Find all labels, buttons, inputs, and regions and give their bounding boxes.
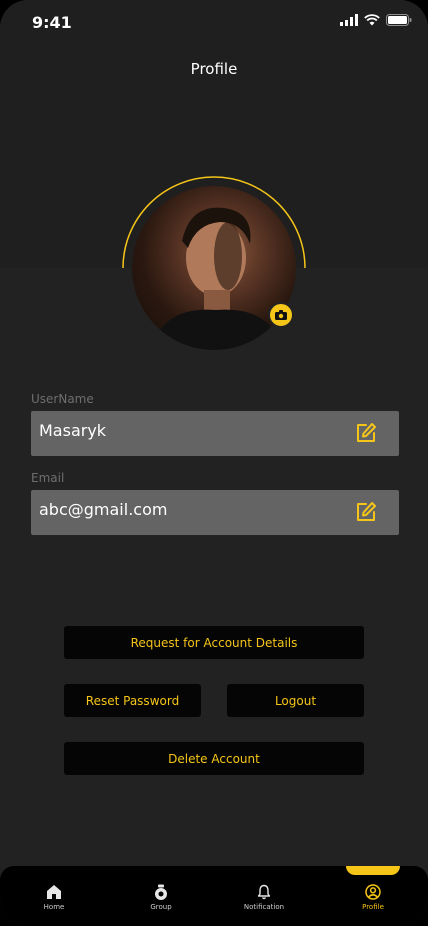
signal-icon: [340, 14, 358, 26]
nav-item-home[interactable]: Home: [24, 884, 84, 911]
email-field[interactable]: abc@gmail.com: [31, 490, 399, 535]
request-account-details-button[interactable]: Request for Account Details: [64, 626, 364, 659]
nav-label-group: Group: [150, 903, 172, 911]
active-tab-indicator: [346, 866, 400, 875]
status-time: 9:41: [32, 13, 72, 32]
logout-button[interactable]: Logout: [227, 684, 364, 717]
username-label: UserName: [31, 392, 94, 406]
email-label: Email: [31, 471, 65, 485]
app-screen: 9:41 Profile UserName Masaryk Email abc@…: [0, 0, 428, 926]
nav-label-home: Home: [43, 903, 65, 911]
camera-icon: [275, 310, 287, 320]
reset-password-button[interactable]: Reset Password: [64, 684, 201, 717]
username-field[interactable]: Masaryk: [31, 411, 399, 456]
email-value: abc@gmail.com: [39, 500, 168, 519]
nav-item-group[interactable]: Group: [131, 884, 191, 911]
edit-icon[interactable]: [355, 422, 377, 444]
nav-item-profile[interactable]: Profile: [343, 884, 403, 911]
wifi-icon: [364, 14, 380, 26]
bell-icon: [257, 884, 271, 900]
edit-icon[interactable]: [355, 501, 377, 523]
battery-icon: [386, 14, 412, 26]
group-icon: [155, 884, 167, 900]
page-title: Profile: [190, 60, 238, 78]
status-icons: [340, 14, 412, 26]
avatar-portrait: [152, 207, 282, 350]
delete-account-button[interactable]: Delete Account: [64, 742, 364, 775]
avatar[interactable]: [132, 186, 296, 350]
nav-item-notification[interactable]: Notification: [234, 884, 294, 911]
username-value: Masaryk: [39, 421, 107, 440]
nav-label-notification: Notification: [243, 903, 285, 911]
avatar-section: [122, 176, 306, 360]
home-icon: [47, 885, 61, 899]
status-bar: 9:41: [0, 0, 428, 44]
nav-label-profile: Profile: [362, 903, 384, 911]
profile-icon: [365, 884, 381, 900]
change-photo-button[interactable]: [268, 302, 294, 328]
